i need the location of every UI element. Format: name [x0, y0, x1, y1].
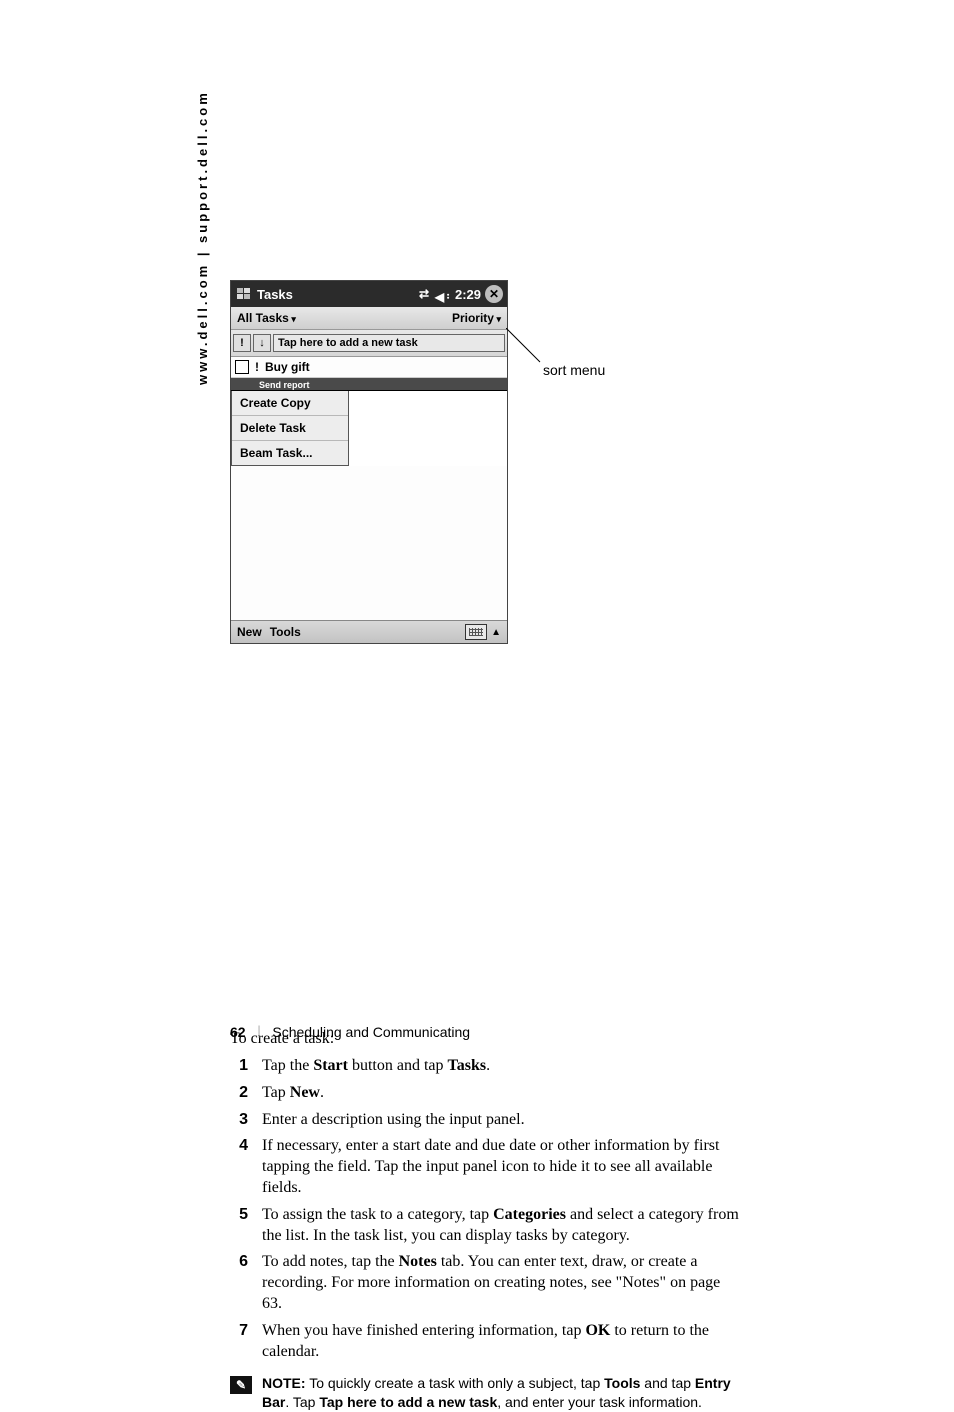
menu-create-copy[interactable]: Create Copy — [232, 391, 348, 416]
input-panel-arrow-icon[interactable]: ▲ — [491, 627, 501, 638]
step-1: 1 Tap the Start button and tap Tasks. — [230, 1056, 740, 1077]
step-number: 1 — [230, 1056, 248, 1077]
page-content: Tasks ⇄ ◀᠄ 2:29 ✕ All Tasks Priority ! ↓… — [230, 280, 740, 1412]
cmd-tools[interactable]: Tools — [270, 625, 301, 639]
ppc-command-bar: New Tools ▲ — [231, 620, 507, 643]
note-text: NOTE: To quickly create a task with only… — [262, 1374, 740, 1412]
note-icon: ✎ — [230, 1376, 252, 1394]
section-title: Scheduling and Communicating — [272, 1024, 470, 1040]
step-number: 5 — [230, 1205, 248, 1247]
step-6: 6 To add notes, tap the Notes tab. You c… — [230, 1252, 740, 1314]
step-number: 7 — [230, 1321, 248, 1363]
pocketpc-screenshot: Tasks ⇄ ◀᠄ 2:29 ✕ All Tasks Priority ! ↓… — [230, 280, 508, 644]
step-4: 4 If necessary, enter a start date and d… — [230, 1136, 740, 1198]
menu-delete-task[interactable]: Delete Task — [232, 416, 348, 441]
new-task-hint[interactable]: Tap here to add a new task — [273, 334, 505, 352]
step-7: 7 When you have finished entering inform… — [230, 1321, 740, 1363]
page-number: 62 — [230, 1024, 246, 1040]
page-footer: 62 | Scheduling and Communicating — [230, 1024, 470, 1040]
menu-beam-task[interactable]: Beam Task... — [232, 441, 348, 465]
task-title-partial: Send report — [259, 380, 310, 390]
connectivity-icon: ⇄ — [415, 287, 433, 301]
context-menu: Create Copy Delete Task Beam Task... — [231, 391, 349, 466]
filter-category-dropdown[interactable]: All Tasks — [237, 311, 296, 325]
callout-leader-line — [506, 328, 546, 368]
task-title: Buy gift — [265, 360, 310, 374]
step-5: 5 To assign the task to a category, tap … — [230, 1205, 740, 1247]
footer-separator: | — [258, 1024, 261, 1040]
step-2: 2 Tap New. — [230, 1083, 740, 1104]
windows-flag-icon — [235, 285, 253, 303]
task-row-selected-partial: Send report — [231, 378, 507, 391]
ppc-title-bar: Tasks ⇄ ◀᠄ 2:29 ✕ — [231, 281, 507, 307]
instruction-steps: 1 Tap the Start button and tap Tasks. 2 … — [230, 1056, 740, 1362]
ppc-clock: 2:29 — [455, 287, 481, 302]
speaker-icon: ◀᠄ — [433, 284, 451, 305]
task-checkbox-icon[interactable] — [235, 360, 249, 374]
filter-sort-dropdown[interactable]: Priority — [452, 311, 501, 325]
close-icon[interactable]: ✕ — [485, 285, 503, 303]
step-number: 2 — [230, 1083, 248, 1104]
callout-sort-menu: sort menu — [543, 362, 605, 378]
note-block: ✎ NOTE: To quickly create a task with on… — [230, 1374, 740, 1412]
ppc-filter-bar: All Tasks Priority — [231, 307, 507, 330]
ppc-entry-row: ! ↓ Tap here to add a new task — [231, 330, 507, 357]
step-number: 3 — [230, 1110, 248, 1131]
sort-toggle-icon[interactable]: ↓ — [253, 334, 271, 352]
task-priority-icon: ! — [255, 360, 259, 374]
priority-toggle-icon[interactable]: ! — [233, 334, 251, 352]
side-url-text: www.dell.com | support.dell.com — [195, 90, 210, 385]
ppc-task-list: ! Buy gift Send report Create Copy Delet… — [231, 357, 507, 620]
ppc-title: Tasks — [257, 287, 293, 302]
step-number: 4 — [230, 1136, 248, 1198]
step-number: 6 — [230, 1252, 248, 1314]
cmd-new[interactable]: New — [237, 625, 262, 639]
task-list-empty-area — [231, 466, 507, 620]
step-3: 3 Enter a description using the input pa… — [230, 1110, 740, 1131]
task-row[interactable]: ! Buy gift — [231, 357, 507, 378]
manual-page: www.dell.com | support.dell.com Tasks ⇄ … — [0, 0, 954, 1235]
keyboard-icon[interactable] — [465, 624, 487, 640]
